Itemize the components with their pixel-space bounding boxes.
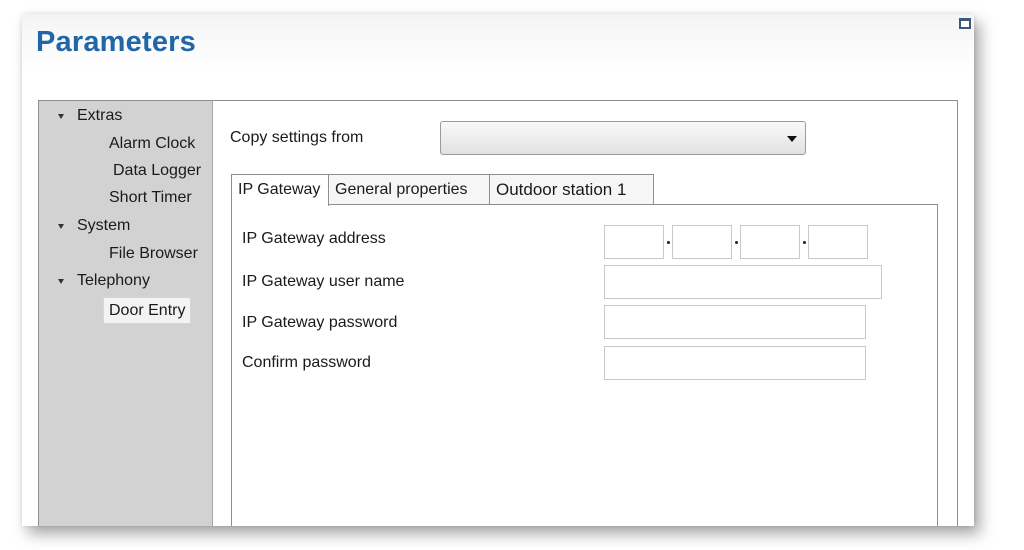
page-title: Parameters <box>36 26 196 58</box>
tree-item-door-entry[interactable]: Door Entry <box>103 297 192 324</box>
tab-general-properties[interactable]: General properties <box>328 174 490 205</box>
tree-item-file-browser[interactable]: File Browser <box>109 244 198 264</box>
parameters-frame: Extras Alarm Clock Data Logger Short Tim… <box>38 100 958 526</box>
chevron-down-icon[interactable] <box>787 136 797 142</box>
window-header: Parameters <box>22 14 974 70</box>
tree-item-telephony[interactable]: Telephony <box>77 271 150 291</box>
ip-separator-dot <box>735 241 738 244</box>
ip-gateway-user-name-input[interactable] <box>604 265 882 299</box>
ip-gateway-password-input[interactable] <box>604 305 866 339</box>
tree-item-system[interactable]: System <box>77 216 130 236</box>
ip-gateway-tab-panel: IP Gateway address IP Gateway user name … <box>231 204 938 526</box>
ip-gateway-password-label: IP Gateway password <box>242 314 398 331</box>
tree-item-data-logger[interactable]: Data Logger <box>113 161 201 181</box>
expand-system-icon[interactable] <box>58 224 64 229</box>
ip-separator-dot <box>667 241 670 244</box>
confirm-password-input[interactable] <box>604 346 866 380</box>
tab-outdoor-station-1[interactable]: Outdoor station 1 <box>489 174 654 205</box>
navigation-tree: Extras Alarm Clock Data Logger Short Tim… <box>39 101 213 526</box>
ip-octet-2-input[interactable] <box>672 225 732 259</box>
copy-settings-dropdown[interactable] <box>440 121 806 155</box>
ip-octet-3-input[interactable] <box>740 225 800 259</box>
settings-panel: Copy settings from IP Gateway General pr… <box>214 101 958 526</box>
copy-settings-label: Copy settings from <box>230 129 364 146</box>
tree-item-extras[interactable]: Extras <box>77 106 122 126</box>
expand-extras-icon[interactable] <box>58 114 64 119</box>
parameters-window: Parameters Extras Alarm Clock Data Logge… <box>22 14 974 526</box>
ip-octet-4-input[interactable] <box>808 225 868 259</box>
expand-telephony-icon[interactable] <box>58 279 64 284</box>
ip-gateway-user-name-label: IP Gateway user name <box>242 273 405 290</box>
ip-octet-1-input[interactable] <box>604 225 664 259</box>
tree-item-short-timer[interactable]: Short Timer <box>109 188 192 208</box>
tab-ip-gateway[interactable]: IP Gateway <box>231 174 329 206</box>
tree-item-alarm-clock[interactable]: Alarm Clock <box>109 134 195 154</box>
confirm-password-label: Confirm password <box>242 354 371 371</box>
ip-separator-dot <box>803 241 806 244</box>
ip-gateway-address-label: IP Gateway address <box>242 230 386 247</box>
window-restore-icon[interactable] <box>959 18 971 29</box>
